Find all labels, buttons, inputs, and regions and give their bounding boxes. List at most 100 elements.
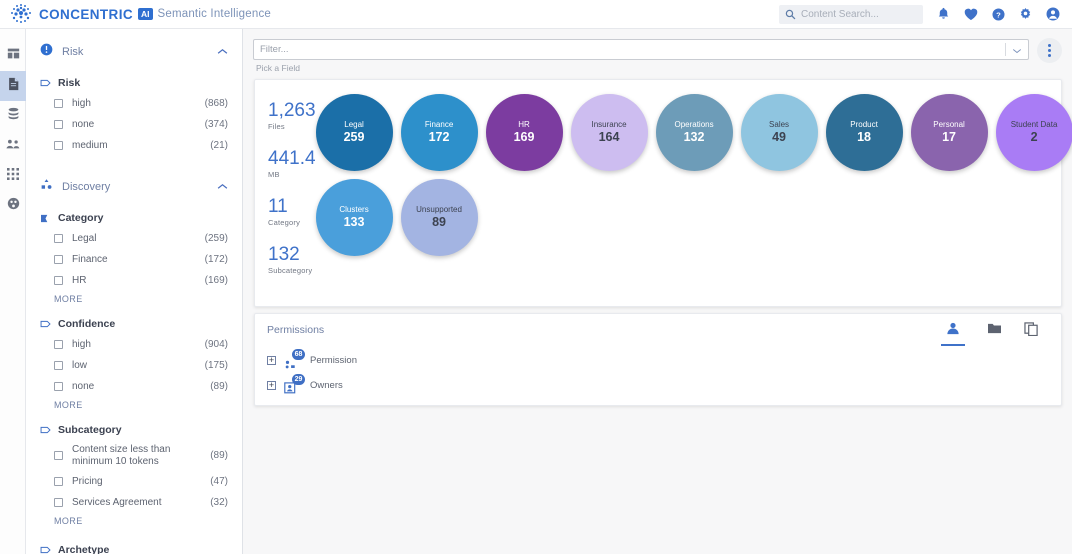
- facet-checkbox[interactable]: [54, 340, 63, 349]
- filter-input[interactable]: Filter...: [253, 39, 1029, 60]
- flag-icon: [40, 214, 51, 223]
- facet-group-risk: Risk: [26, 71, 242, 93]
- bubble-legal[interactable]: Legal 259: [316, 94, 393, 171]
- database-icon: [7, 107, 20, 125]
- rail-item-database[interactable]: [0, 101, 26, 131]
- owners-label: Owners: [310, 380, 343, 391]
- kebab-menu-icon[interactable]: [1037, 38, 1062, 63]
- bubble-label: Insurance: [587, 120, 630, 130]
- facet-item[interactable]: HR (169): [26, 270, 242, 291]
- summary-stats: 1,263 Files 441.4 MB 11 Category 132 Sub…: [255, 80, 316, 306]
- permission-label: Permission: [310, 355, 357, 366]
- facet-item[interactable]: high (904): [26, 334, 242, 355]
- heart-icon[interactable]: [964, 8, 978, 21]
- chevron-down-icon[interactable]: [1012, 41, 1022, 59]
- help-icon[interactable]: ?: [992, 8, 1005, 21]
- facet-section-discovery[interactable]: Discovery: [26, 156, 242, 206]
- bubble-value: 49: [772, 130, 786, 145]
- facet-item[interactable]: Finance (172): [26, 249, 242, 270]
- bubble-value: 169: [514, 130, 535, 145]
- facet-checkbox[interactable]: [54, 120, 63, 129]
- bubble-personal[interactable]: Personal 17: [911, 94, 988, 171]
- facet-item-count: (89): [210, 381, 228, 392]
- gear-icon[interactable]: [1019, 8, 1032, 21]
- tab-files[interactable]: [1024, 322, 1039, 346]
- files-tab-icon: [1024, 322, 1039, 341]
- facet-item[interactable]: low (175): [26, 355, 242, 376]
- facet-checkbox[interactable]: [54, 498, 63, 507]
- bubble-product[interactable]: Product 18: [826, 94, 903, 171]
- bubble-label: Sales: [765, 120, 793, 130]
- expand-icon[interactable]: +: [267, 356, 276, 365]
- facet-item-count: (172): [205, 254, 228, 265]
- facet-item[interactable]: none (374): [26, 114, 242, 135]
- facet-checkbox[interactable]: [54, 477, 63, 486]
- facet-item[interactable]: Services Agreement (32): [26, 492, 242, 513]
- facet-section-risk[interactable]: Risk: [26, 29, 242, 71]
- bubble-label: Legal: [340, 120, 368, 130]
- rail-item-dashboard[interactable]: [0, 41, 26, 71]
- tag-icon: [40, 426, 51, 434]
- rail-item-documents[interactable]: [0, 71, 26, 101]
- facet-more-link[interactable]: MORE: [26, 291, 242, 312]
- content-search-input[interactable]: Content Search...: [779, 5, 923, 24]
- rail-item-apps[interactable]: [0, 161, 26, 191]
- facet-item-count: (21): [210, 140, 228, 151]
- facet-item[interactable]: Pricing (47): [26, 471, 242, 492]
- chevron-up-icon[interactable]: [217, 47, 228, 58]
- owners-row[interactable]: + 29 Owners: [267, 373, 1049, 398]
- rail-item-settings[interactable]: [0, 191, 26, 221]
- bubble-unsupported[interactable]: Unsupported 89: [401, 179, 478, 256]
- header-actions: Content Search... ?: [779, 5, 1072, 24]
- rail-item-people[interactable]: [0, 131, 26, 161]
- facet-checkbox[interactable]: [54, 234, 63, 243]
- bubble-row-1: Legal 259 Finance 172 HR 169 Insurance 1…: [316, 94, 1072, 171]
- facet-item-count: (32): [210, 497, 228, 508]
- bubble-finance[interactable]: Finance 172: [401, 94, 478, 171]
- facet-item[interactable]: medium (21): [26, 135, 242, 156]
- facet-checkbox[interactable]: [54, 451, 63, 460]
- permissions-card: Permissions: [254, 313, 1062, 406]
- facet-checkbox[interactable]: [54, 382, 63, 391]
- bubble-sales[interactable]: Sales 49: [741, 94, 818, 171]
- facet-sidebar[interactable]: Risk Risk high (868) none (374) medium (…: [26, 29, 243, 554]
- bubble-value: 2: [1031, 130, 1038, 145]
- facet-item-label: high: [72, 339, 205, 351]
- brand-logo[interactable]: CONCENTRIC AI Semantic Intelligence: [0, 3, 271, 25]
- tab-folders[interactable]: [987, 322, 1002, 346]
- tab-people[interactable]: [941, 322, 965, 346]
- facet-checkbox[interactable]: [54, 99, 63, 108]
- bubble-insurance[interactable]: Insurance 164: [571, 94, 648, 171]
- facet-item-count: (175): [205, 360, 228, 371]
- bell-icon[interactable]: [937, 7, 950, 21]
- stat-value: 1,263: [268, 100, 316, 121]
- permission-row[interactable]: + 68 Permission: [267, 348, 1049, 373]
- bubble-hr[interactable]: HR 169: [486, 94, 563, 171]
- filter-helper-text: Pick a Field: [253, 60, 1029, 73]
- facet-item[interactable]: none (89): [26, 376, 242, 397]
- account-icon[interactable]: [1046, 7, 1060, 21]
- facet-more-link[interactable]: MORE: [26, 513, 242, 534]
- facet-item[interactable]: Legal (259): [26, 228, 242, 249]
- stat-label: MB: [268, 170, 316, 179]
- facet-checkbox[interactable]: [54, 255, 63, 264]
- facet-item[interactable]: high (868): [26, 93, 242, 114]
- facet-checkbox[interactable]: [54, 141, 63, 150]
- facet-item-label: medium: [72, 140, 210, 152]
- bubble-operations[interactable]: Operations 132: [656, 94, 733, 171]
- facet-item[interactable]: Content size less than minimum 10 tokens…: [26, 440, 242, 471]
- bubble-clusters[interactable]: Clusters 133: [316, 179, 393, 256]
- permission-users-icon: 68: [283, 352, 303, 369]
- bubble-student-data[interactable]: Student Data 2: [996, 94, 1072, 171]
- bubble-value: 172: [429, 130, 450, 145]
- facet-more-link[interactable]: MORE: [26, 397, 242, 418]
- bubble-label: Finance: [421, 120, 457, 130]
- apps-grid-icon: [7, 167, 19, 185]
- expand-icon[interactable]: +: [267, 381, 276, 390]
- facet-item-count: (904): [205, 339, 228, 350]
- bubble-label: Unsupported: [412, 205, 466, 215]
- settings-icon: [7, 197, 20, 215]
- chevron-up-icon[interactable]: [217, 182, 228, 193]
- facet-checkbox[interactable]: [54, 361, 63, 370]
- facet-checkbox[interactable]: [54, 276, 63, 285]
